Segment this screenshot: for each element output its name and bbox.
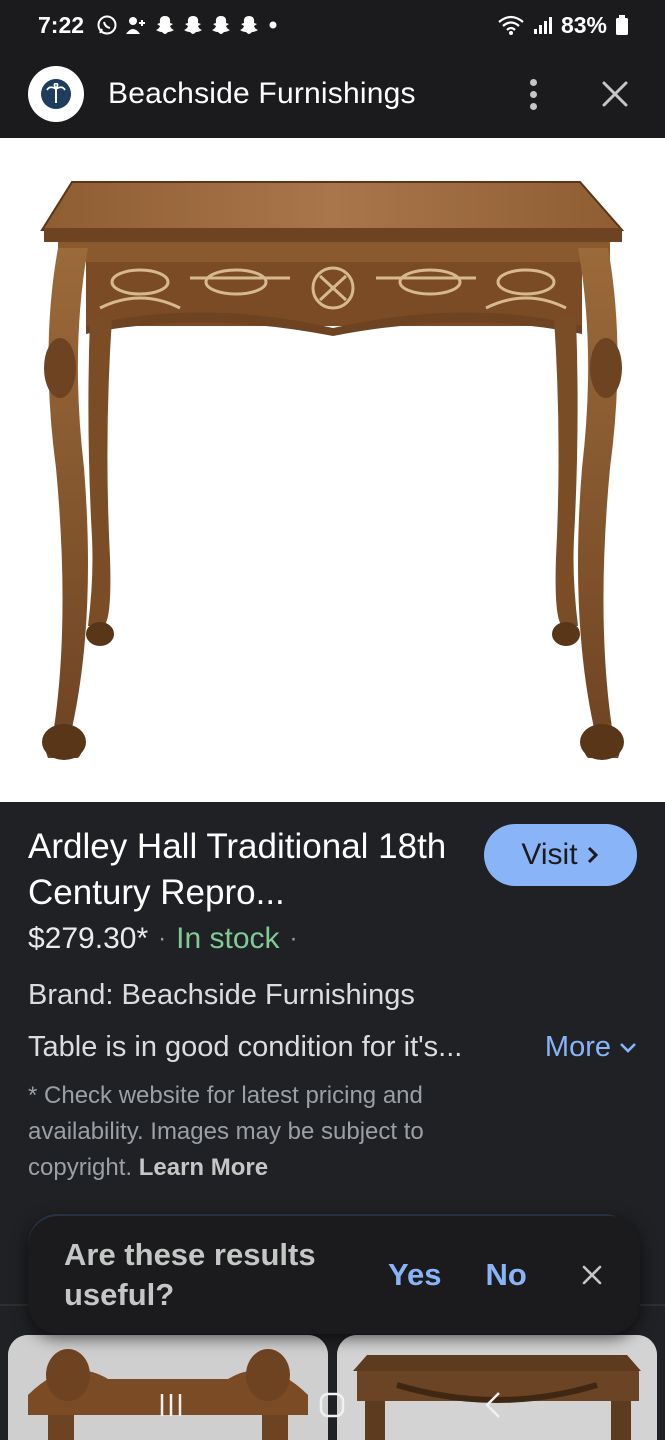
disclaimer: * Check website for latest pricing and a… [28, 1078, 498, 1186]
close-icon[interactable] [593, 72, 637, 116]
brand-text: Brand: Beachside Furnishings [28, 979, 415, 1011]
person-add-icon [126, 17, 146, 34]
snapchat-icon [212, 16, 231, 34]
learn-more-link[interactable]: Learn More [139, 1154, 268, 1181]
visit-button[interactable]: Visit [484, 824, 637, 886]
wifi-icon [498, 15, 524, 35]
price-row: $279.30* · In stock · [28, 922, 308, 956]
snapchat-icon [156, 16, 175, 34]
battery-percentage: 83% [560, 11, 607, 38]
description-text: Table is in good condition for it's... [28, 1031, 463, 1063]
price: $279.30* [28, 922, 149, 955]
more-options-icon[interactable] [511, 72, 555, 116]
product-title[interactable]: Ardley Hall Traditional 18th Century Rep… [28, 824, 448, 916]
site-title: Beachside Furnishings [108, 77, 416, 110]
description-row: Table is in good condition for it's... M… [28, 1031, 637, 1064]
recent-apps-icon[interactable] [141, 1375, 201, 1435]
product-image[interactable] [0, 138, 665, 802]
stock-status: In stock [176, 922, 280, 955]
feedback-yes-button[interactable]: Yes [388, 1257, 441, 1293]
notification-icons [96, 14, 280, 36]
more-button[interactable]: More [545, 1031, 637, 1064]
whatsapp-icon [97, 15, 117, 35]
snapchat-icon [184, 16, 203, 34]
feedback-prompt: Are these results useful? Yes No [28, 1216, 640, 1334]
chevron-down-icon [620, 1042, 636, 1053]
feedback-question: Are these results useful? [64, 1237, 316, 1312]
system-icons: 83% [497, 12, 629, 39]
site-header: Beachside Furnishings [0, 50, 665, 138]
table-illustration [40, 181, 625, 760]
chevron-right-icon [587, 846, 598, 864]
more-label: More [544, 1031, 611, 1063]
separator-dot: · [158, 925, 167, 952]
status-time: 7:22 [38, 11, 85, 38]
dot-icon [269, 21, 277, 29]
palm-tree-icon [46, 83, 66, 103]
visit-label: Visit [521, 838, 578, 871]
separator-dot: · [289, 925, 298, 952]
system-navigation-bar [0, 1370, 665, 1440]
status-bar: 7:22 83% [0, 0, 665, 50]
home-icon[interactable] [302, 1375, 362, 1435]
site-logo[interactable] [28, 66, 84, 122]
signal-icon [533, 17, 552, 34]
snapchat-icon [240, 16, 259, 34]
back-icon[interactable] [464, 1375, 524, 1435]
close-icon[interactable] [574, 1257, 610, 1293]
battery-icon [616, 15, 628, 35]
feedback-no-button[interactable]: No [485, 1257, 526, 1293]
